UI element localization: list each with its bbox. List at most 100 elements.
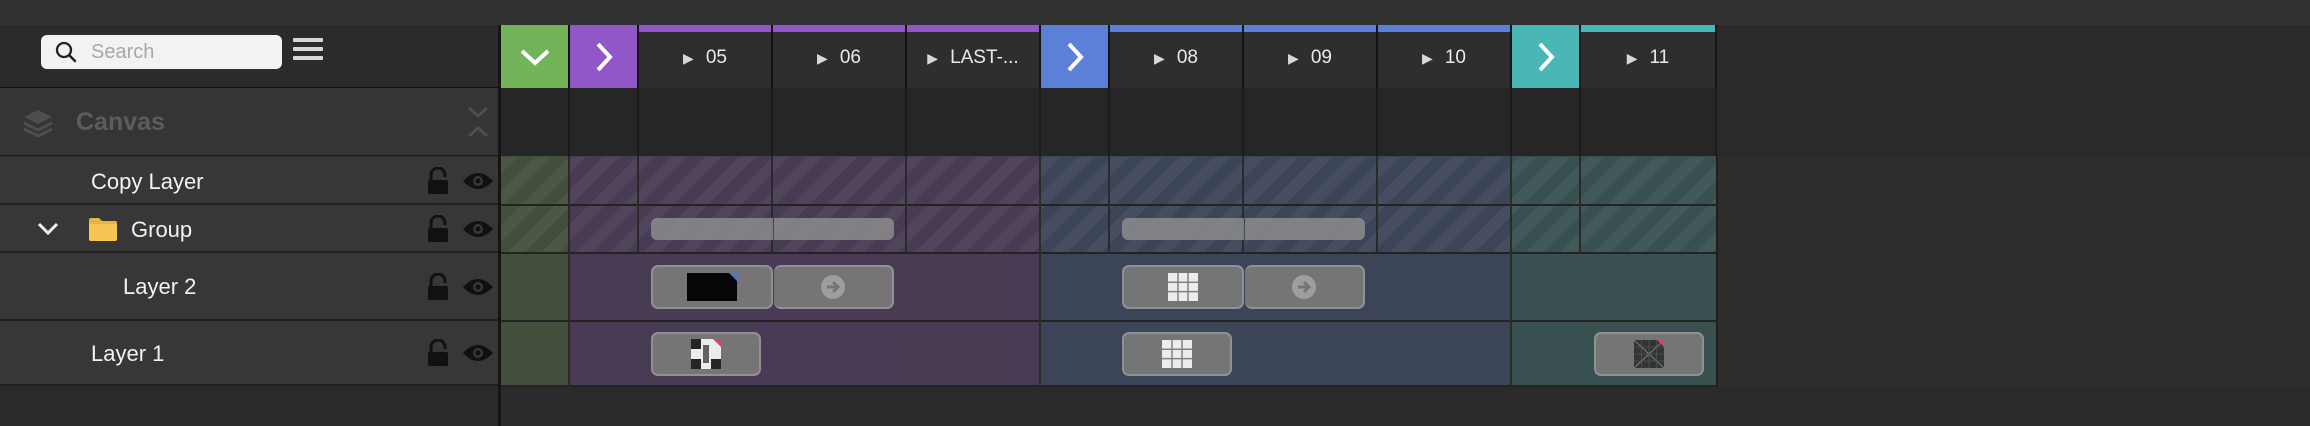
- lock-icon[interactable]: [425, 167, 451, 195]
- cue-group-teal[interactable]: [1512, 25, 1581, 88]
- lock-icon[interactable]: [425, 273, 451, 301]
- search-box[interactable]: [41, 35, 282, 69]
- cue-05[interactable]: ▶ 05: [639, 25, 773, 88]
- column-separator: [1716, 156, 1718, 386]
- canvas-row[interactable]: Canvas: [0, 88, 498, 156]
- cue-label: LAST-...: [950, 47, 1019, 68]
- cue-last[interactable]: ▶ LAST-...: [907, 25, 1041, 88]
- cue-label: 05: [705, 47, 727, 68]
- row-separator: [501, 320, 1717, 322]
- play-icon[interactable]: ▶: [1422, 50, 1433, 66]
- play-icon[interactable]: ▶: [1627, 50, 1638, 66]
- play-icon[interactable]: ▶: [817, 50, 828, 66]
- chevron-right-icon: [1067, 42, 1084, 71]
- clip-thumbnail-black: [687, 273, 737, 301]
- play-icon[interactable]: ▶: [1154, 50, 1165, 66]
- cue-08[interactable]: ▶ 08: [1110, 25, 1244, 88]
- cue-label: 08: [1176, 47, 1198, 68]
- cue-color-bar: [639, 25, 771, 32]
- cue-label: 06: [839, 47, 861, 68]
- row-separator: [501, 385, 1717, 387]
- cue-color-bar: [773, 25, 905, 32]
- collapse-icon[interactable]: [466, 104, 490, 140]
- cue-label-row: ▶ 10: [1378, 47, 1510, 69]
- column-separator: [1376, 156, 1378, 253]
- grid-thumbnail-icon: [1168, 273, 1198, 301]
- layer-1-clip[interactable]: [1122, 332, 1232, 376]
- layer-1-clip[interactable]: [651, 332, 761, 376]
- canvas-cell[interactable]: [1581, 88, 1717, 156]
- cue-label-row: ▶ 08: [1110, 47, 1242, 69]
- hamburger-menu-icon[interactable]: [293, 38, 323, 66]
- layers-stack-icon: [23, 110, 53, 138]
- layer-name: Copy Layer: [91, 169, 204, 194]
- cue-11[interactable]: ▶ 11: [1581, 25, 1717, 88]
- eye-icon[interactable]: [462, 343, 494, 363]
- canvas-cell[interactable]: [1041, 88, 1110, 156]
- layer-1-clip[interactable]: [1594, 332, 1704, 376]
- canvas-cell[interactable]: [1378, 88, 1512, 156]
- group-duration-bar[interactable]: [1245, 218, 1365, 240]
- timeline-empty-rows: [1717, 156, 2310, 386]
- cue-color-bar: [1110, 25, 1242, 32]
- cue-label: 10: [1444, 47, 1466, 68]
- eye-icon[interactable]: [462, 171, 494, 191]
- layers-panel-empty-area: [0, 386, 498, 426]
- cue-label-row: ▶ LAST-...: [907, 47, 1039, 69]
- cue-label: 11: [1649, 47, 1670, 68]
- layer-name: Group: [131, 217, 193, 242]
- layer-row-copy-layer[interactable]: Copy Layer: [0, 157, 498, 205]
- layer-row-layer-1[interactable]: Layer 1: [0, 321, 498, 386]
- column-separator: [1510, 156, 1512, 386]
- cue-09[interactable]: ▶ 09: [1244, 25, 1378, 88]
- canvas-cell[interactable]: [501, 88, 570, 156]
- group-duration-bar[interactable]: [774, 218, 894, 240]
- column-separator: [905, 156, 907, 253]
- layer-2-clip-continue[interactable]: [1245, 265, 1365, 309]
- cue-color-bar: [907, 25, 1039, 32]
- column-separator: [1579, 156, 1581, 253]
- play-icon[interactable]: ▶: [683, 50, 694, 66]
- cue-color-bar: [1244, 25, 1376, 32]
- canvas-cell[interactable]: [773, 88, 907, 156]
- column-separator: [637, 156, 639, 253]
- lock-icon[interactable]: [425, 339, 451, 367]
- cue-color-bar: [1581, 25, 1715, 32]
- cue-group-purple[interactable]: [570, 25, 639, 88]
- layer-2-clip-continue[interactable]: [774, 265, 894, 309]
- folder-icon: [89, 218, 117, 241]
- canvas-cell[interactable]: [907, 88, 1041, 156]
- cue-06[interactable]: ▶ 06: [773, 25, 907, 88]
- eye-icon[interactable]: [462, 219, 494, 239]
- layer-row-group[interactable]: Group: [0, 205, 498, 253]
- play-icon[interactable]: ▶: [1288, 50, 1299, 66]
- layer-2-clip[interactable]: [651, 265, 773, 309]
- cue-label-row: ▶ 09: [1244, 47, 1376, 69]
- canvas-cell[interactable]: [1110, 88, 1244, 156]
- group-duration-bar[interactable]: [1122, 218, 1244, 240]
- lock-icon[interactable]: [425, 215, 451, 243]
- chevron-right-icon: [1538, 42, 1555, 71]
- cue-10[interactable]: ▶ 10: [1378, 25, 1512, 88]
- canvas-cell[interactable]: [570, 88, 639, 156]
- cue-color-bar: [1378, 25, 1510, 32]
- dark-pattern-thumbnail-icon: [1634, 340, 1664, 368]
- eye-icon[interactable]: [462, 277, 494, 297]
- chevron-right-icon: [596, 42, 613, 71]
- group-duration-bar[interactable]: [651, 218, 773, 240]
- canvas-cell[interactable]: [639, 88, 773, 156]
- layer-row-layer-2[interactable]: Layer 2: [0, 253, 498, 321]
- arrow-right-circle-icon: [1292, 275, 1316, 299]
- play-icon[interactable]: ▶: [927, 50, 938, 66]
- chevron-down-icon[interactable]: [37, 222, 59, 236]
- checker-thumbnail-icon: [691, 339, 721, 369]
- cue-label: 09: [1310, 47, 1332, 68]
- layer-2-clip[interactable]: [1122, 265, 1244, 309]
- column-separator: [1039, 156, 1041, 386]
- cue-group-blue[interactable]: [1041, 25, 1110, 88]
- cue-label-row: ▶ 05: [639, 47, 771, 69]
- cue-check-green[interactable]: [501, 25, 570, 88]
- search-input[interactable]: [89, 39, 263, 65]
- canvas-cell[interactable]: [1244, 88, 1378, 156]
- canvas-cell[interactable]: [1512, 88, 1581, 156]
